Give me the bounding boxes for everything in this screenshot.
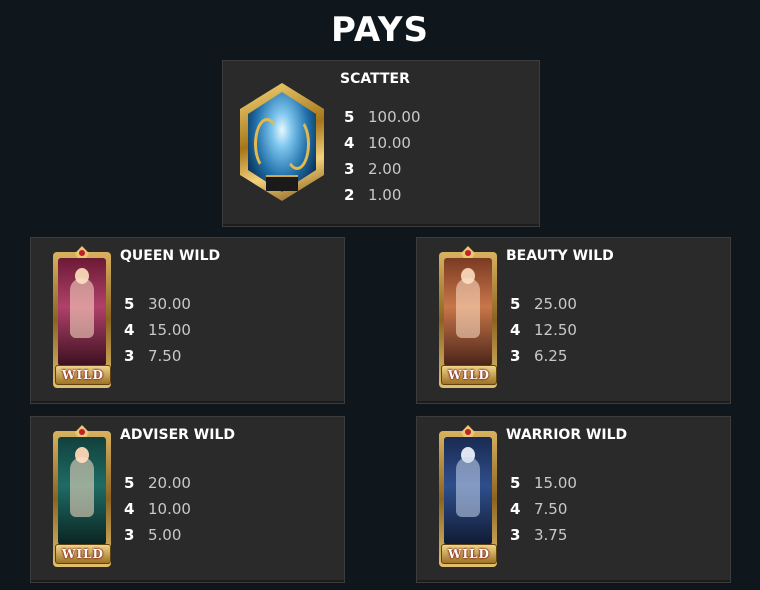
wild-label: WILD — [441, 365, 497, 385]
pay-count: 3 — [124, 347, 135, 365]
symbol-name: ADVISER WILD — [120, 427, 235, 443]
scatter-symbol-icon — [240, 83, 324, 201]
pay-value: 2.00 — [368, 160, 402, 178]
pay-row: 3 6.25 — [510, 343, 577, 369]
queen-wild-symbol-icon: WILD — [53, 246, 111, 388]
pay-value: 12.50 — [534, 321, 577, 339]
pay-card-warrior-wild: WILD WARRIOR WILD 5 15.00 4 7.50 3 3.75 — [416, 416, 731, 583]
pay-count: 4 — [344, 134, 355, 152]
pay-value: 100.00 — [368, 108, 421, 126]
pay-table: 5 20.00 4 10.00 3 5.00 — [124, 470, 191, 548]
symbol-name: BEAUTY WILD — [506, 248, 614, 264]
pay-value: 15.00 — [148, 321, 191, 339]
page-title: PAYS — [331, 10, 429, 50]
pay-count: 3 — [344, 160, 355, 178]
pay-value: 30.00 — [148, 295, 191, 313]
pay-card-queen-wild: WILD QUEEN WILD 5 30.00 4 15.00 3 7.50 — [30, 237, 345, 404]
wild-label: WILD — [441, 544, 497, 564]
warrior-wild-symbol-icon: WILD — [439, 425, 497, 567]
pay-row: 4 12.50 — [510, 317, 577, 343]
pay-row: 3 3.75 — [510, 522, 577, 548]
pay-value: 6.25 — [534, 347, 568, 365]
pay-count: 3 — [510, 347, 521, 365]
pay-row: 5 15.00 — [510, 470, 577, 496]
pay-count: 4 — [124, 500, 135, 518]
pay-count: 5 — [510, 474, 521, 492]
wild-label: WILD — [55, 365, 111, 385]
pay-count: 3 — [124, 526, 135, 544]
pay-row: 3 5.00 — [124, 522, 191, 548]
pay-row: 4 10.00 — [124, 496, 191, 522]
symbol-name: WARRIOR WILD — [506, 427, 628, 443]
pay-card-adviser-wild: WILD ADVISER WILD 5 20.00 4 10.00 3 5.00 — [30, 416, 345, 583]
pay-value: 3.75 — [534, 526, 568, 544]
pay-count: 3 — [510, 526, 521, 544]
pay-row: 3 7.50 — [124, 343, 191, 369]
pay-value: 25.00 — [534, 295, 577, 313]
pay-table: 5 30.00 4 15.00 3 7.50 — [124, 291, 191, 369]
pay-value: 10.00 — [368, 134, 411, 152]
pay-value: 15.00 — [534, 474, 577, 492]
pay-value: 7.50 — [534, 500, 568, 518]
pay-count: 4 — [510, 500, 521, 518]
pay-row: 5 25.00 — [510, 291, 577, 317]
pay-row: 5 20.00 — [124, 470, 191, 496]
pay-value: 10.00 — [148, 500, 191, 518]
pay-count: 5 — [344, 108, 355, 126]
pay-card-beauty-wild: WILD BEAUTY WILD 5 25.00 4 12.50 3 6.25 — [416, 237, 731, 404]
pay-count: 4 — [510, 321, 521, 339]
pay-row: 2 1.00 — [344, 182, 421, 208]
pay-value: 1.00 — [368, 186, 402, 204]
beauty-wild-symbol-icon: WILD — [439, 246, 497, 388]
symbol-name: QUEEN WILD — [120, 248, 221, 264]
pay-count: 5 — [510, 295, 521, 313]
pay-row: 5 100.00 — [344, 104, 421, 130]
pay-count: 5 — [124, 295, 135, 313]
pay-row: 3 2.00 — [344, 156, 421, 182]
pay-table: 5 25.00 4 12.50 3 6.25 — [510, 291, 577, 369]
pay-count: 2 — [344, 186, 355, 204]
pay-row: 4 15.00 — [124, 317, 191, 343]
adviser-wild-symbol-icon: WILD — [53, 425, 111, 567]
wild-label: WILD — [55, 544, 111, 564]
pay-row: 4 7.50 — [510, 496, 577, 522]
pay-count: 5 — [124, 474, 135, 492]
pay-table: 5 15.00 4 7.50 3 3.75 — [510, 470, 577, 548]
pay-count: 4 — [124, 321, 135, 339]
pay-row: 5 30.00 — [124, 291, 191, 317]
pay-value: 5.00 — [148, 526, 182, 544]
pay-value: 20.00 — [148, 474, 191, 492]
pay-row: 4 10.00 — [344, 130, 421, 156]
pay-table: 5 100.00 4 10.00 3 2.00 2 1.00 — [344, 104, 421, 208]
symbol-name: SCATTER — [340, 71, 410, 87]
pay-value: 7.50 — [148, 347, 182, 365]
pay-card-scatter: SCATTER 5 100.00 4 10.00 3 2.00 2 1.00 — [222, 60, 540, 227]
